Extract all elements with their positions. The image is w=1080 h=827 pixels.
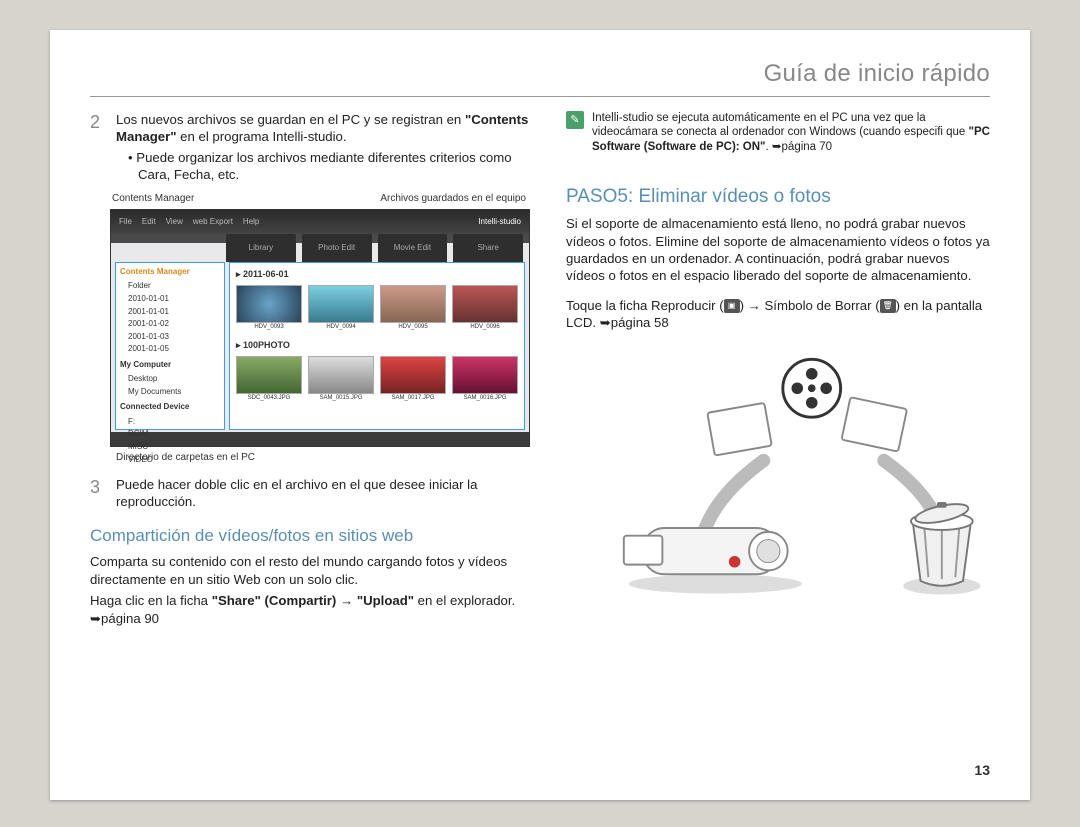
sidebar-item: 2001-01-05 [120, 343, 220, 356]
date-header: ▸ 2011-06-01 [236, 269, 518, 281]
right-column: ✎ Intelli-studio se ejecuta automáticame… [566, 111, 990, 627]
sidebar-item: 2001-01-03 [120, 331, 220, 344]
callout-left: Contents Manager [112, 192, 194, 205]
bullet-item: Puede organizar los archivos mediante di… [128, 149, 530, 184]
sidebar-header: Connected Device [120, 402, 220, 413]
page-title: Guía de inicio rápido [90, 60, 990, 88]
menu-item: File [119, 217, 132, 228]
sidebar-header: My Computer [120, 360, 220, 371]
sidebar-item: 2001-01-02 [120, 318, 220, 331]
text: en el programa Intelli-studio. [176, 129, 346, 144]
two-column-layout: 2 Los nuevos archivos se guardan en el P… [90, 111, 990, 627]
page-ref: ➥página 90 [90, 611, 159, 626]
step-number: 3 [90, 476, 106, 511]
bold-text: "Share" (Compartir) → "Upload" [212, 593, 414, 608]
header-divider [90, 96, 990, 97]
app-title: Intelli-studio [478, 217, 521, 228]
video-thumb [236, 285, 302, 323]
thumb-caption: HDV_0096 [452, 324, 518, 332]
callout-right: Archivos guardados en el equipo [380, 192, 526, 205]
text: ) → Símbolo de Borrar ( [740, 298, 880, 313]
sidebar-item: DCIM [120, 428, 220, 441]
text: Haga clic en la ficha [90, 593, 212, 608]
sidebar-header: Contents Manager [120, 267, 220, 278]
text: Los nuevos archivos se guardan en el PC … [116, 112, 465, 127]
photo-thumb [380, 356, 446, 394]
share-paragraph: Comparta su contenido con el resto del m… [90, 553, 530, 588]
thumb-caption: SAM_0015.JPG [308, 395, 374, 403]
text: Toque la ficha Reproducir ( [566, 298, 724, 313]
sidebar-panel: Contents Manager Folder 2010-01-01 2001-… [115, 262, 225, 430]
sidebar-item: F: [120, 416, 220, 429]
text: Intelli-studio se ejecuta automáticament… [592, 112, 969, 138]
share-instruction: Haga clic en la ficha "Share" (Compartir… [90, 592, 530, 627]
photo-thumb [452, 356, 518, 394]
screenshot-callouts: Contents Manager Archivos guardados en e… [112, 192, 526, 205]
video-thumb [380, 285, 446, 323]
text: en el explorador. [414, 593, 515, 608]
thumb-caption: SAM_0016.JPG [452, 395, 518, 403]
menu-item: View [166, 217, 183, 228]
sidebar-item: 2001-01-01 [120, 306, 220, 319]
photo-thumb [236, 356, 302, 394]
thumb-caption: SAM_0017.JPG [380, 395, 446, 403]
step5-heading: PASO5: Eliminar vídeos o fotos [566, 184, 990, 209]
step-number: 2 [90, 111, 106, 184]
sidebar-item: MISC [120, 441, 220, 454]
text: . ➥página 70 [766, 141, 833, 153]
step-body: Los nuevos archivos se guardan en el PC … [116, 111, 530, 184]
step-3: 3 Puede hacer doble clic en el archivo e… [90, 476, 530, 511]
photo-thumb [308, 356, 374, 394]
thumb-caption: SDC_0043.JPG [236, 395, 302, 403]
app-menubar: File Edit View web Export Help Intelli-s… [111, 210, 529, 234]
thumbnails-panel: ▸ 2011-06-01 HDV_0093 HDV_0094 HDV_0095 … [229, 262, 525, 430]
menu-item: Edit [142, 217, 156, 228]
page-number: 13 [974, 762, 990, 778]
intelli-studio-screenshot: File Edit View web Export Help Intelli-s… [110, 209, 530, 447]
menu-item: Help [243, 217, 259, 228]
app-tabs: Library Photo Edit Movie Edit Share [226, 234, 523, 262]
sidebar-item: Desktop [120, 373, 220, 386]
thumb-row: SDC_0043.JPG SAM_0015.JPG SAM_0017.JPG S… [236, 356, 518, 403]
note-text: Intelli-studio se ejecuta automáticament… [592, 111, 990, 154]
tab: Library [226, 234, 296, 262]
note-icon: ✎ [566, 111, 584, 129]
share-heading: Compartición de vídeos/fotos en sitios w… [90, 525, 530, 547]
date-text: 2011-06-01 [243, 269, 289, 279]
folder-text: 100PHOTO [243, 340, 290, 350]
delete-icon: 🗑 [880, 299, 896, 313]
tab: Movie Edit [378, 234, 448, 262]
video-thumb [308, 285, 374, 323]
tab: Share [453, 234, 523, 262]
thumb-caption: HDV_0095 [380, 324, 446, 332]
left-column: 2 Los nuevos archivos se guardan en el P… [90, 111, 530, 627]
menu-item: web Export [193, 217, 233, 228]
play-tab-icon: ▣ [724, 299, 740, 313]
sidebar-item: VIDEO [120, 454, 220, 467]
sidebar-item: My Documents [120, 386, 220, 399]
step5-paragraph: Si el soporte de almacenamiento está lle… [566, 215, 990, 285]
folder-header: ▸ 100PHOTO [236, 340, 518, 352]
info-note: ✎ Intelli-studio se ejecuta automáticame… [566, 111, 990, 154]
document-page: Guía de inicio rápido 2 Los nuevos archi… [50, 30, 1030, 800]
thumb-row: HDV_0093 HDV_0094 HDV_0095 HDV_0096 [236, 285, 518, 332]
video-thumb [452, 285, 518, 323]
step-body: Puede hacer doble clic en el archivo en … [116, 476, 530, 511]
thumb-caption: HDV_0093 [236, 324, 302, 332]
thumb-caption: HDV_0094 [308, 324, 374, 332]
tab: Photo Edit [302, 234, 372, 262]
step-2: 2 Los nuevos archivos se guardan en el P… [90, 111, 530, 184]
step5-instruction: Toque la ficha Reproducir (▣) → Símbolo … [566, 297, 990, 332]
sidebar-item: Folder [120, 280, 220, 293]
sidebar-item: 2010-01-01 [120, 293, 220, 306]
delete-illustration [566, 350, 990, 600]
